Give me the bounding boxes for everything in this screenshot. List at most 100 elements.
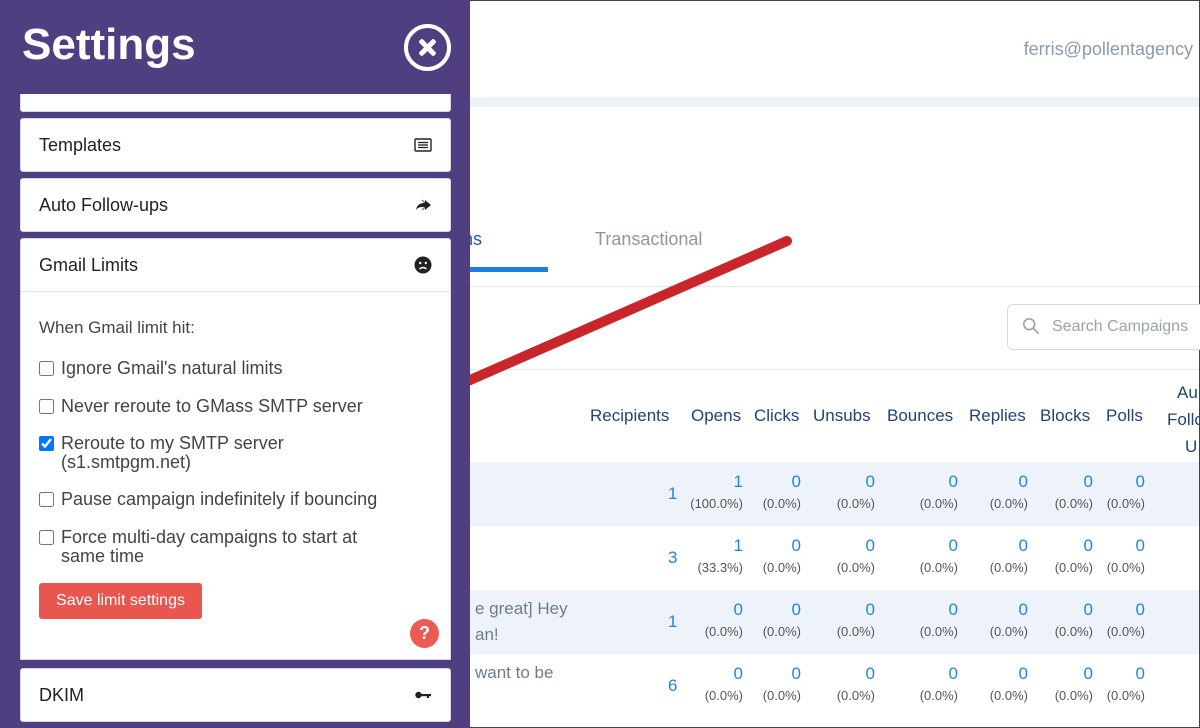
table-row[interactable]: 3 1 (33.3%) 0 (0.0%) 0 (0.0%) 0 (0.0%) 0 (0.0%) 0 (0… (469, 526, 1199, 590)
option-ignore-limits[interactable]: Ignore Gmail's natural limits (39, 359, 429, 378)
table-row[interactable]: 1 1 (100.0%) 0 (0.0%) 0 (0.0%) 0 (0.0%) 0 (0.0%) 0(… (469, 462, 1199, 526)
option-reroute-smtp-checkbox[interactable] (39, 436, 54, 451)
replies-percent: (0.0%) (989, 560, 1028, 575)
section-gmail-limits-label: Gmail Limits (39, 255, 139, 275)
polls-cell[interactable]: 0 (0.0%) (1075, 664, 1145, 703)
option-force-multiday[interactable]: Force multi-day campaigns to start at sa… (39, 528, 429, 566)
tab-transactional[interactable]: Transactional (595, 229, 702, 250)
option-reroute-smtp-label: Reroute to my SMTP server (61, 433, 284, 453)
section-auto-followups[interactable]: Auto Follow-ups (20, 178, 451, 232)
top-divider-band (469, 97, 1199, 107)
save-limit-settings-button[interactable]: Save limit settings (39, 583, 202, 619)
bounces-cell[interactable]: 0 (0.0%) (888, 536, 958, 575)
replies-cell[interactable]: 0 (0.0%) (958, 664, 1028, 703)
polls-cell[interactable]: 0 (0.0%) (1075, 472, 1145, 511)
column-header-replies[interactable]: Replies (969, 406, 1026, 426)
option-never-reroute-label: Never reroute to GMass SMTP server (61, 396, 363, 416)
campaign-subject[interactable]: e great] Hey an! (475, 596, 568, 648)
option-pause-bouncing-label: Pause campaign indefinitely if bouncing (61, 489, 378, 509)
settings-title: Settings (22, 20, 196, 69)
clicks-count: 0 (791, 664, 801, 683)
clicks-percent: (0.0%) (762, 496, 801, 511)
polls-cell[interactable]: 0 (0.0%) (1075, 536, 1145, 575)
campaign-subject-line-1: want to be (475, 663, 554, 682)
gmail-limits-body: When Gmail limit hit: Ignore Gmail's nat… (20, 291, 451, 660)
table-row[interactable]: want to be 6 0 (0.0%) 0 (0.0%) 0 (0.0%) 0 (0.0%) 0… (469, 654, 1199, 718)
section-followups-label: Auto Follow-ups (39, 195, 169, 215)
polls-count: 0 (1135, 536, 1145, 555)
option-reroute-smtp-server: (s1.smtpgm.net) (61, 452, 192, 472)
unsubs-cell[interactable]: 0 (0.0%) (805, 600, 875, 639)
section-templates-label: Templates (39, 135, 122, 155)
top-bar: ferris@pollentagency (469, 1, 1199, 97)
bounces-percent: (0.0%) (919, 560, 958, 575)
section-gmail-limits[interactable]: Gmail Limits (20, 238, 451, 292)
clicks-cell[interactable]: 0 (0.0%) (731, 664, 801, 703)
bounces-count: 0 (948, 600, 958, 619)
replies-count: 0 (1018, 472, 1028, 491)
unsubs-count: 0 (865, 600, 875, 619)
replies-cell[interactable]: 0 (0.0%) (958, 536, 1028, 575)
table-top-border (469, 369, 1199, 370)
unsubs-cell[interactable]: 0 (0.0%) (805, 664, 875, 703)
unsubs-count: 0 (865, 472, 875, 491)
clicks-cell[interactable]: 0 (0.0%) (731, 600, 801, 639)
unsubs-percent: (0.0%) (836, 624, 875, 639)
column-header-auto-line-1: Au (1177, 383, 1198, 402)
clicks-cell[interactable]: 0 (0.0%) (731, 472, 801, 511)
user-email[interactable]: ferris@pollentagency (1024, 39, 1193, 60)
replies-cell[interactable]: 0 (0.0%) (958, 472, 1028, 511)
unsubs-cell[interactable]: 0 (0.0%) (805, 536, 875, 575)
option-never-reroute[interactable]: Never reroute to GMass SMTP server (39, 397, 429, 416)
sad-face-icon (414, 256, 432, 274)
column-header-unsubs[interactable]: Unsubs (813, 406, 871, 426)
column-header-auto-line-2: Follo (1167, 410, 1200, 429)
search-input[interactable] (1052, 305, 1200, 349)
column-header-opens[interactable]: Opens (691, 406, 741, 426)
bounces-count: 0 (948, 536, 958, 555)
unsubs-cell[interactable]: 0 (0.0%) (805, 472, 875, 511)
section-dkim-label: DKIM (39, 685, 84, 705)
clicks-cell[interactable]: 0 (0.0%) (731, 536, 801, 575)
column-header-auto-line-3: U (1185, 437, 1198, 456)
option-reroute-smtp[interactable]: Reroute to my SMTP server (s1.smtpgm.net… (39, 434, 429, 472)
column-header-blocks[interactable]: Blocks (1040, 406, 1090, 426)
option-ignore-limits-label: Ignore Gmail's natural limits (61, 358, 283, 378)
option-force-multiday-checkbox[interactable] (39, 530, 54, 545)
help-icon[interactable]: ? (410, 619, 439, 648)
replies-count: 0 (1018, 600, 1028, 619)
option-pause-bouncing[interactable]: Pause campaign indefinitely if bouncing (39, 490, 429, 509)
search-box[interactable] (1007, 304, 1200, 350)
table-row[interactable]: e great] Hey an! 1 0 (0.0%) 0 (0.0%) 0 (0.0%) 0 (0… (469, 590, 1199, 654)
bounces-cell[interactable]: 0 (0.0%) (888, 600, 958, 639)
unsubs-count: 0 (865, 664, 875, 683)
column-header-clicks[interactable]: Clicks (754, 406, 799, 426)
collapsed-section-stub[interactable] (20, 94, 451, 112)
campaign-tabs: gns Transactional (453, 221, 1199, 287)
bounces-cell[interactable]: 0 (0.0%) (888, 472, 958, 511)
section-dkim[interactable]: DKIM (20, 668, 451, 722)
option-ignore-limits-checkbox[interactable] (39, 361, 54, 376)
bounces-percent: (0.0%) (919, 688, 958, 703)
campaign-subject-line-2: an! (475, 625, 499, 644)
section-templates[interactable]: Templates (20, 118, 451, 172)
bounces-cell[interactable]: 0 (0.0%) (888, 664, 958, 703)
polls-percent: (0.0%) (1106, 624, 1145, 639)
option-never-reroute-checkbox[interactable] (39, 399, 54, 414)
campaign-subject[interactable]: want to be (475, 660, 553, 686)
column-header-recipients[interactable]: Recipients (590, 406, 669, 426)
clicks-percent: (0.0%) (762, 688, 801, 703)
polls-percent: (0.0%) (1106, 688, 1145, 703)
close-icon[interactable] (404, 24, 451, 71)
campaign-subject-line-1: e great] Hey (475, 599, 568, 618)
column-header-bounces[interactable]: Bounces (887, 406, 953, 426)
clicks-count: 0 (791, 600, 801, 619)
column-header-polls[interactable]: Polls (1106, 406, 1143, 426)
option-pause-bouncing-checkbox[interactable] (39, 492, 54, 507)
column-header-auto-followups[interactable]: Au Follo U (1163, 379, 1200, 460)
polls-count: 0 (1135, 472, 1145, 491)
polls-cell[interactable]: 0 (0.0%) (1075, 600, 1145, 639)
bounces-percent: (0.0%) (919, 496, 958, 511)
replies-cell[interactable]: 0 (0.0%) (958, 600, 1028, 639)
clicks-percent: (0.0%) (762, 560, 801, 575)
